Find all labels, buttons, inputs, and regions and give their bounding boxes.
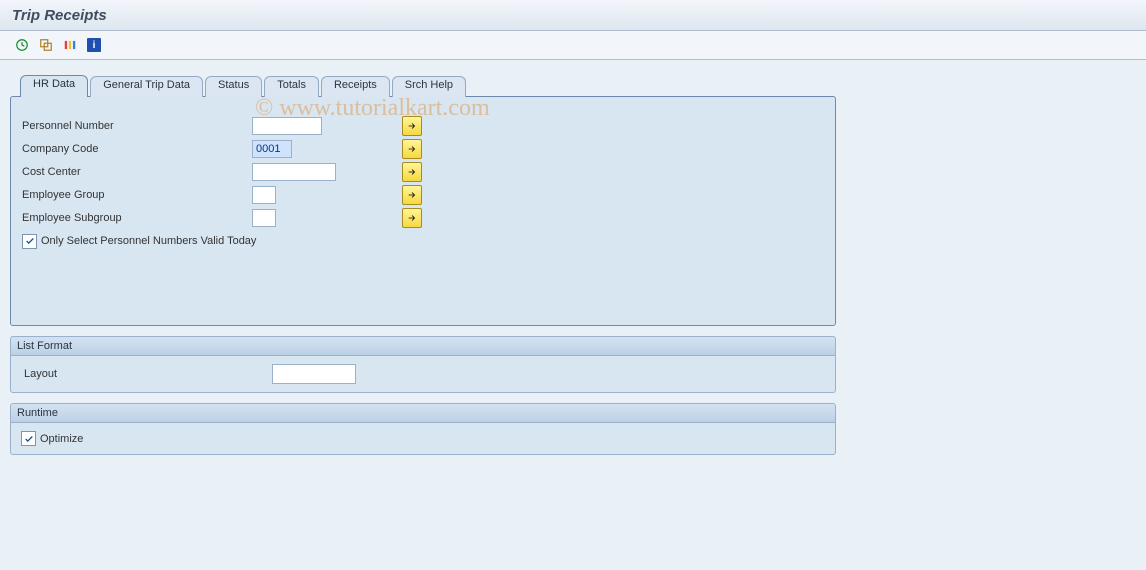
input-employee-group[interactable] (252, 186, 276, 204)
page-title: Trip Receipts (12, 7, 107, 24)
check-icon (25, 236, 35, 246)
row-company-code: Company Code (19, 138, 827, 160)
label-only-valid-today: Only Select Personnel Numbers Valid Toda… (41, 235, 256, 247)
tab-strip: HR Data General Trip Data Status Totals … (20, 74, 1136, 96)
app-window: Trip Receipts i © www.tutorialkart.com H… (0, 0, 1146, 570)
arrow-right-icon (407, 167, 417, 177)
input-layout[interactable] (272, 364, 356, 384)
row-cost-center: Cost Center (19, 161, 827, 183)
input-company-code[interactable] (252, 140, 292, 158)
multiselect-employee-group[interactable] (402, 185, 422, 205)
info-icon: i (87, 38, 101, 52)
input-cost-center[interactable] (252, 163, 336, 181)
execute-button[interactable] (12, 35, 32, 55)
row-employee-group: Employee Group (19, 184, 827, 206)
title-bar: Trip Receipts (0, 0, 1146, 31)
label-cost-center: Cost Center (19, 166, 252, 178)
checkbox-optimize[interactable] (21, 431, 36, 446)
group-header-runtime: Runtime (11, 404, 835, 423)
create-button[interactable] (36, 35, 56, 55)
clock-execute-icon (15, 38, 29, 52)
arrow-right-icon (407, 213, 417, 223)
label-employee-subgroup: Employee Subgroup (19, 212, 252, 224)
variant-button[interactable] (60, 35, 80, 55)
content-area: © www.tutorialkart.com HR Data General T… (0, 60, 1146, 570)
row-personnel-number: Personnel Number (19, 115, 827, 137)
row-employee-subgroup: Employee Subgroup (19, 207, 827, 229)
label-company-code: Company Code (19, 143, 252, 155)
tab-hr-data[interactable]: HR Data (20, 75, 88, 97)
tab-totals[interactable]: Totals (264, 76, 319, 97)
arrow-right-icon (407, 190, 417, 200)
multiselect-cost-center[interactable] (402, 162, 422, 182)
label-optimize: Optimize (40, 433, 83, 445)
label-personnel-number: Personnel Number (19, 120, 252, 132)
group-header-list-format: List Format (11, 337, 835, 356)
overlap-icon (39, 38, 53, 52)
check-icon (24, 434, 34, 444)
info-button[interactable]: i (84, 35, 104, 55)
input-personnel-number[interactable] (252, 117, 322, 135)
multiselect-personnel-number[interactable] (402, 116, 422, 136)
toolbar: i (0, 31, 1146, 60)
variant-icon (63, 38, 77, 52)
tab-srch-help[interactable]: Srch Help (392, 76, 466, 97)
input-employee-subgroup[interactable] (252, 209, 276, 227)
tab-receipts[interactable]: Receipts (321, 76, 390, 97)
checkbox-only-valid-today[interactable] (22, 234, 37, 249)
group-list-format: List Format Layout (10, 336, 836, 393)
tab-status[interactable]: Status (205, 76, 262, 97)
multiselect-employee-subgroup[interactable] (402, 208, 422, 228)
label-layout: Layout (21, 368, 272, 380)
multiselect-company-code[interactable] (402, 139, 422, 159)
label-employee-group: Employee Group (19, 189, 252, 201)
tab-general-trip-data[interactable]: General Trip Data (90, 76, 203, 97)
row-only-valid-today: Only Select Personnel Numbers Valid Toda… (19, 230, 827, 252)
arrow-right-icon (407, 121, 417, 131)
tab-body-hr-data: Personnel Number Company Code Cost Cente… (10, 96, 836, 326)
arrow-right-icon (407, 144, 417, 154)
group-runtime: Runtime Optimize (10, 403, 836, 455)
